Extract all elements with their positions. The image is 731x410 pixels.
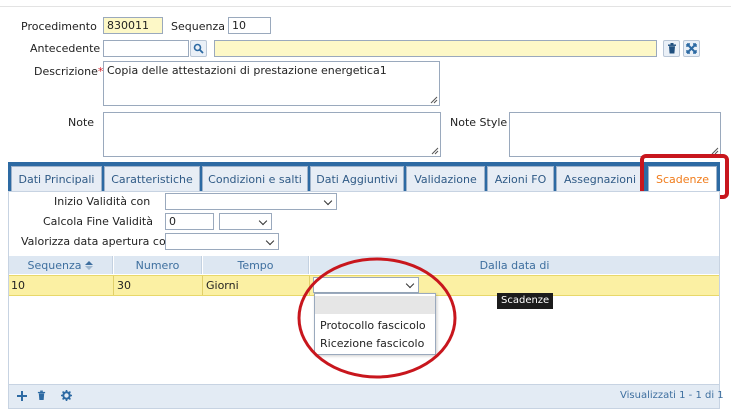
pagination-status: Visualizzati 1 - 1 di 1 [620, 390, 724, 401]
trash-icon[interactable] [37, 390, 46, 401]
tab-assegnazioni[interactable]: Assegnazioni [556, 166, 644, 191]
antecedente-field[interactable] [103, 40, 189, 57]
annotation-circle [297, 257, 457, 379]
descrizione-text: Copia delle attestazioni di prestazione … [107, 64, 387, 77]
descrizione-textarea[interactable]: Copia delle attestazioni di prestazione … [103, 61, 440, 106]
calcola-fine-validita-unit-select[interactable] [219, 213, 272, 230]
sort-asc-icon [85, 260, 94, 270]
cell-sequenza: 10 [11, 279, 25, 292]
column-header-tempo[interactable]: Tempo [203, 256, 309, 274]
tab-dati-aggiuntivi[interactable]: Dati Aggiuntivi [310, 166, 404, 191]
sequenza-label: Sequenza [171, 20, 225, 33]
grid-footer [9, 384, 719, 408]
trash-icon [667, 43, 676, 54]
chevron-down-icon [265, 236, 275, 246]
row-divider [113, 276, 114, 295]
antecedente-clear-button[interactable] [683, 40, 700, 57]
antecedente-delete-button[interactable] [663, 40, 680, 57]
procedimento-field[interactable]: 830011 [103, 17, 163, 34]
valorizza-data-apertura-select[interactable] [165, 233, 279, 250]
add-icon[interactable] [17, 391, 27, 401]
resize-grip-icon[interactable] [429, 95, 438, 104]
tab-azioni-fo[interactable]: Azioni FO [487, 166, 554, 191]
chevron-down-icon [323, 196, 333, 206]
antecedente-label: Antecedente [30, 42, 101, 55]
gear-icon[interactable] [61, 390, 72, 401]
tab-condizioni-e-salti[interactable]: Condizioni e salti [202, 166, 308, 191]
inizio-validita-label: Inizio Validità con [54, 195, 151, 208]
clear-icon [686, 43, 697, 54]
calcola-fine-validita-label: Calcola Fine Validità [43, 215, 153, 228]
tab-caratteristiche[interactable]: Caratteristiche [104, 166, 200, 191]
inizio-validita-select[interactable] [165, 193, 337, 210]
tab-validazione[interactable]: Validazione [406, 166, 485, 191]
top-separator [0, 6, 731, 7]
calcola-fine-validita-field[interactable]: 0 [165, 213, 214, 230]
note-label: Note [68, 116, 95, 129]
tooltip: Scadenze [497, 293, 554, 309]
valorizza-data-apertura-label: Valorizza data apertura con [21, 235, 173, 248]
tab-dati-principali[interactable]: Dati Principali [11, 166, 102, 191]
search-icon [193, 43, 204, 54]
cell-tempo: Giorni [206, 279, 239, 292]
procedimento-label: Procedimento [21, 20, 97, 33]
column-header-numero[interactable]: Numero [114, 256, 202, 274]
antecedente-description-field[interactable] [214, 40, 657, 57]
antecedente-search-button[interactable] [190, 40, 207, 57]
note-textarea[interactable] [103, 112, 441, 157]
note-style-textarea[interactable] [509, 112, 721, 157]
descrizione-label: Descrizione* [34, 65, 104, 78]
note-resize-grip-icon[interactable] [430, 146, 439, 155]
chevron-down-icon [258, 216, 268, 226]
cell-numero: 30 [117, 279, 131, 292]
note-style-label: Note Style [450, 116, 508, 129]
row-divider [202, 276, 203, 295]
sequenza-field[interactable]: 10 [228, 17, 271, 34]
column-header-sequenza[interactable]: Sequenza [9, 256, 113, 274]
